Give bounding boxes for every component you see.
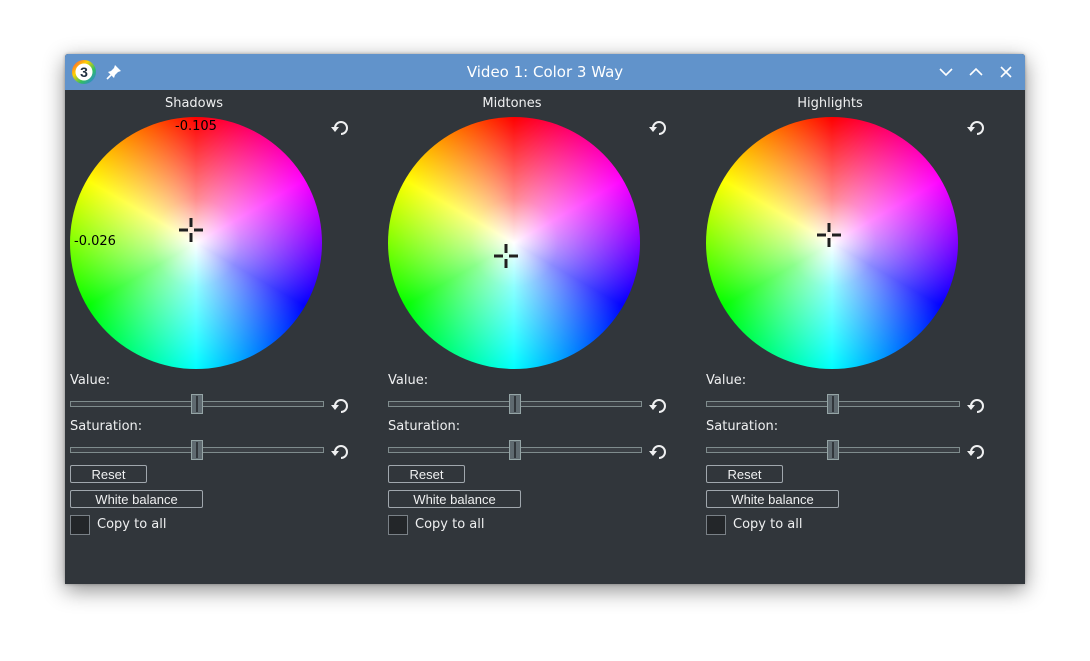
- saturation-slider-handle[interactable]: [191, 440, 203, 460]
- value-reset-icon[interactable]: [966, 396, 986, 416]
- saturation-slider[interactable]: [70, 440, 324, 460]
- crosshair-icon[interactable]: [493, 243, 519, 269]
- white-balance-button[interactable]: White balance: [70, 490, 203, 508]
- crosshair-icon[interactable]: [816, 222, 842, 248]
- value-slider[interactable]: [706, 394, 960, 414]
- value-reset-icon[interactable]: [648, 396, 668, 416]
- panel-title: Midtones: [482, 96, 542, 111]
- value-label: Value:: [388, 373, 429, 388]
- crosshair-icon[interactable]: [178, 217, 204, 243]
- panel-title: Shadows: [164, 96, 224, 111]
- minimize-button[interactable]: [936, 62, 956, 82]
- saturation-slider[interactable]: [388, 440, 642, 460]
- saturation-label: Saturation:: [70, 419, 143, 434]
- highlights-panel: Highlights Value: Saturation: Reset Whit…: [701, 90, 1019, 584]
- copy-to-all-label: Copy to all: [97, 517, 167, 532]
- color-wheel[interactable]: [706, 117, 958, 369]
- shadows-panel: Shadows -0.105 -0.026 Value: Saturation:…: [65, 90, 383, 584]
- saturation-reset-icon[interactable]: [648, 442, 668, 462]
- saturation-slider-handle[interactable]: [509, 440, 521, 460]
- midtones-panel: Midtones Value: Saturation: Reset White …: [383, 90, 701, 584]
- window-title: Video 1: Color 3 Way: [466, 63, 624, 81]
- copy-to-all-checkbox[interactable]: [70, 515, 90, 535]
- value-slider[interactable]: [70, 394, 324, 414]
- wheel-left-value: -0.026: [74, 234, 116, 249]
- saturation-reset-icon[interactable]: [966, 442, 986, 462]
- titlebar[interactable]: 3 Video 1: Color 3 Way: [65, 54, 1025, 90]
- value-reset-icon[interactable]: [330, 396, 350, 416]
- white-balance-button[interactable]: White balance: [388, 490, 521, 508]
- copy-to-all-label: Copy to all: [415, 517, 485, 532]
- value-label: Value:: [70, 373, 111, 388]
- close-button[interactable]: [996, 62, 1016, 82]
- value-slider-handle[interactable]: [827, 394, 839, 414]
- white-balance-button[interactable]: White balance: [706, 490, 839, 508]
- saturation-label: Saturation:: [388, 419, 461, 434]
- saturation-slider-handle[interactable]: [827, 440, 839, 460]
- value-slider-handle[interactable]: [191, 394, 203, 414]
- reset-button[interactable]: Reset: [70, 465, 147, 483]
- maximize-button[interactable]: [966, 62, 986, 82]
- saturation-reset-icon[interactable]: [330, 442, 350, 462]
- value-label: Value:: [706, 373, 747, 388]
- color-3-way-window: 3 Video 1: Color 3 Way Shadows -0.105 -0…: [65, 54, 1025, 584]
- color-wheel[interactable]: -0.105 -0.026: [70, 117, 322, 369]
- wheel-reset-icon[interactable]: [648, 118, 668, 138]
- wheel-top-value: -0.105: [175, 119, 217, 134]
- color-wheel[interactable]: [388, 117, 640, 369]
- value-slider-handle[interactable]: [509, 394, 521, 414]
- reset-button[interactable]: Reset: [388, 465, 465, 483]
- reset-button[interactable]: Reset: [706, 465, 783, 483]
- panel-title: Highlights: [797, 96, 863, 111]
- wheel-reset-icon[interactable]: [966, 118, 986, 138]
- copy-to-all-label: Copy to all: [733, 517, 803, 532]
- saturation-slider[interactable]: [706, 440, 960, 460]
- wheel-reset-icon[interactable]: [330, 118, 350, 138]
- value-slider[interactable]: [388, 394, 642, 414]
- saturation-label: Saturation:: [706, 419, 779, 434]
- copy-to-all-checkbox[interactable]: [706, 515, 726, 535]
- copy-to-all-checkbox[interactable]: [388, 515, 408, 535]
